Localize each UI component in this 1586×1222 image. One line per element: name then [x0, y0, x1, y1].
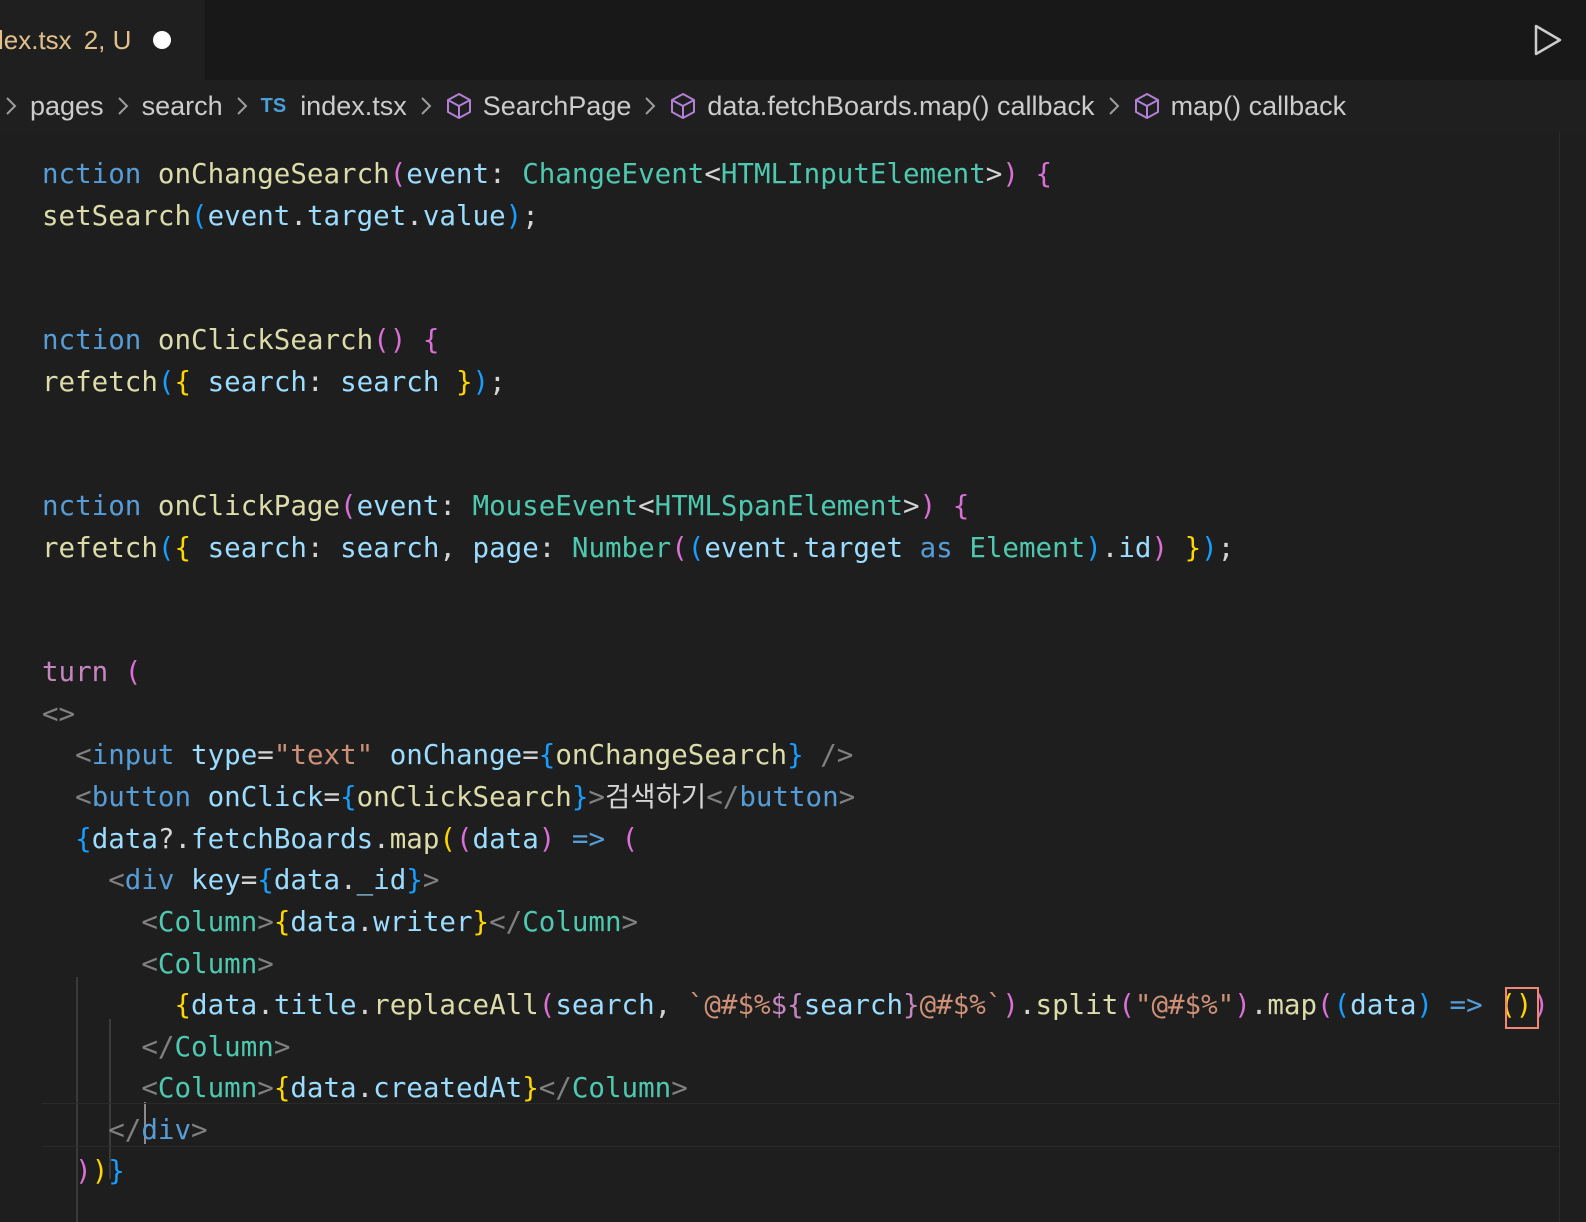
code-line[interactable]: nction onClickSearch() { — [42, 319, 439, 361]
code-line[interactable]: </Column> — [42, 1026, 290, 1068]
chevron-right-icon — [419, 95, 433, 117]
chevron-right-icon — [235, 95, 249, 117]
run-icon[interactable] — [1528, 22, 1564, 58]
code-line[interactable]: ))} — [42, 1150, 125, 1192]
code-line[interactable]: <div key={data._id}> — [42, 859, 439, 901]
code-line[interactable]: <Column> — [42, 943, 273, 985]
code-line[interactable]: refetch({ search: search, page: Number((… — [42, 527, 1234, 569]
code-line[interactable]: <Column>{data.writer}</Column> — [42, 901, 638, 943]
breadcrumb-symbol-label: SearchPage — [482, 90, 632, 121]
chevron-right-icon — [116, 95, 130, 117]
code-line[interactable]: setSearch(event.target.value); — [42, 195, 539, 237]
code-line[interactable]: </div> — [42, 1109, 207, 1151]
bracket-match-highlight — [1505, 987, 1539, 1029]
tab-status-badge: 2, U — [83, 24, 132, 55]
cube-icon — [446, 93, 471, 119]
breadcrumb-item-pages[interactable]: pages — [30, 91, 104, 122]
code-line-current[interactable]: {data.title.replaceAll(search, `@#$%${se… — [42, 984, 1548, 1026]
cube-icon — [1134, 93, 1159, 119]
breadcrumb: pages search TS index.tsx SearchPage dat… — [0, 80, 1586, 132]
unsaved-dot-icon[interactable] — [153, 31, 172, 49]
breadcrumb-symbol-label: map() callback — [1170, 90, 1347, 121]
code-editor[interactable]: nction onChangeSearch(event: ChangeEvent… — [0, 132, 1586, 1222]
vertical-scrollbar[interactable] — [1559, 132, 1586, 1222]
code-line[interactable]: <button onClick={onClickSearch}>검색하기</bu… — [42, 776, 855, 818]
code-line[interactable]: nction onChangeSearch(event: ChangeEvent… — [42, 153, 1052, 195]
breadcrumb-item-map-callback-inner[interactable]: map() callback — [1133, 90, 1347, 122]
current-line-highlight — [42, 1103, 1586, 1147]
breadcrumb-item-file[interactable]: TS index.tsx — [261, 91, 407, 122]
cube-icon — [671, 93, 696, 119]
typescript-icon: TS — [260, 94, 287, 117]
tab-bar: lex.tsx 2, U — [0, 0, 1586, 80]
code-line[interactable]: nction onClickPage(event: MouseEvent<HTM… — [42, 485, 969, 527]
breadcrumb-symbol-label: data.fetchBoards.map() callback — [707, 90, 1095, 121]
editor-tab[interactable]: lex.tsx 2, U — [0, 0, 205, 80]
code-line[interactable]: <input type="text" onChange={onChangeSea… — [42, 734, 853, 776]
chevron-right-icon — [643, 95, 657, 117]
tab-filename: lex.tsx — [0, 24, 72, 55]
chevron-right-icon — [4, 95, 18, 117]
chevron-right-icon — [1107, 95, 1121, 117]
code-line[interactable]: refetch({ search: search }); — [42, 361, 506, 403]
code-line[interactable]: <Column>{data.createdAt}</Column> — [42, 1067, 687, 1109]
breadcrumb-item-map-callback-outer[interactable]: data.fetchBoards.map() callback — [669, 90, 1095, 122]
code-line[interactable]: {data?.fetchBoards.map((data) => ( — [42, 818, 638, 860]
breadcrumb-file-label: index.tsx — [300, 90, 407, 121]
breadcrumb-item-searchpage[interactable]: SearchPage — [445, 90, 632, 122]
code-line[interactable]: turn ( — [42, 651, 141, 693]
code-line[interactable]: <> — [42, 693, 75, 735]
breadcrumb-item-search[interactable]: search — [142, 91, 223, 122]
